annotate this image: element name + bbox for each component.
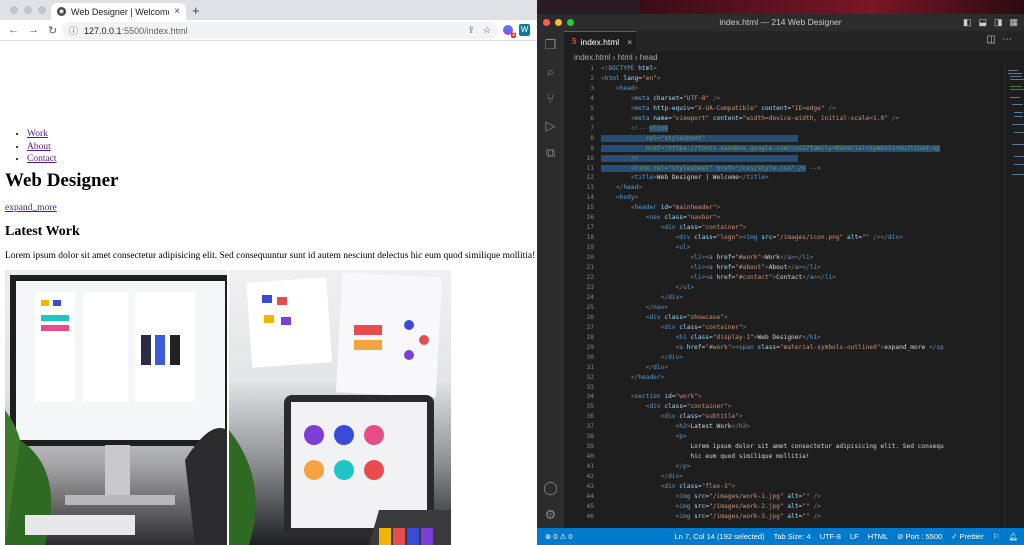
problems-indicator[interactable]: ⊗ 0 ⚠ 0 xyxy=(545,528,573,545)
nav-item-work: Work xyxy=(27,128,57,141)
close-tab-icon[interactable]: × xyxy=(174,6,180,17)
bookmark-star-icon[interactable]: ☆ xyxy=(483,25,491,36)
line-ending[interactable]: LF xyxy=(850,528,859,545)
editor-actions[interactable]: ◫⋯ xyxy=(987,34,1018,45)
section-title: Latest Work xyxy=(5,224,80,239)
url-path: :5500/index.html xyxy=(121,25,188,36)
vscode-titlebar: index.html — 214 Web Designer ◧ ⬓ ◨ ▦ xyxy=(537,14,1024,31)
lorem-paragraph: Lorem ipsum dolor sit amet consectetur a… xyxy=(5,251,536,261)
close-tab-icon[interactable]: × xyxy=(627,37,632,47)
window-controls[interactable] xyxy=(543,19,574,26)
breadcrumb[interactable]: index.html › html › head xyxy=(564,51,658,64)
customize-layout-icon[interactable]: ▦ xyxy=(1009,14,1018,31)
window-title: index.html — 214 Web Designer xyxy=(719,17,842,27)
cursor-position[interactable]: Ln 7, Col 14 (192 selected) xyxy=(675,528,765,545)
info-icon[interactable]: ⓘ xyxy=(69,24,78,37)
extensions-icon[interactable]: ⧉ xyxy=(537,139,564,166)
nav-item-contact: Contact xyxy=(27,153,57,166)
nav-link-work[interactable]: Work xyxy=(27,129,48,139)
toggle-sidebar-icon[interactable]: ◧ xyxy=(963,14,972,31)
layout-controls[interactable]: ◧ ⬓ ◨ ▦ xyxy=(963,14,1018,31)
code-content: <!DOCTYPE html> <html lang="en"> <head> … xyxy=(601,65,944,520)
work-image-1 xyxy=(5,270,227,545)
share-icon[interactable]: ⇪ xyxy=(467,25,475,36)
navbar-list: Work About Contact xyxy=(27,128,57,166)
browser-tab[interactable]: ◉ Web Designer | Welcome × xyxy=(51,3,186,20)
toggle-panel-icon[interactable]: ⬓ xyxy=(978,14,987,31)
search-icon[interactable]: ⌕ xyxy=(537,58,564,85)
nav-link-contact[interactable]: Contact xyxy=(27,154,57,164)
language-mode[interactable]: HTML xyxy=(868,528,888,545)
editor-tabs: 5 index.html × ◫⋯ xyxy=(564,31,1024,51)
browser-window: ◉ Web Designer | Welcome × + ← → ↻ ⓘ 127… xyxy=(0,0,537,545)
status-right: Ln 7, Col 14 (192 selected) Tab Size: 4 … xyxy=(675,528,1018,545)
more-actions-icon[interactable]: ⋯ xyxy=(1002,34,1018,45)
html-file-icon: 5 xyxy=(572,37,577,46)
globe-icon: ◉ xyxy=(57,7,66,16)
extension-badge: 2 xyxy=(511,32,516,38)
code-editor[interactable]: 1 2 3 4 5 6 7 8 9 10 11 12 13 14 15 16 1… xyxy=(564,64,1004,528)
reload-icon[interactable]: ↻ xyxy=(48,24,57,37)
tab-index-html[interactable]: 5 index.html × xyxy=(564,31,636,51)
web-page: Work About Contact Web Designer expand_m… xyxy=(0,42,537,545)
page-title: Web Designer xyxy=(5,170,119,191)
prettier-status[interactable]: ✓ Prettier xyxy=(951,528,984,545)
address-bar[interactable]: ⓘ 127.0.0.1:5500/index.html ⇪ ☆ xyxy=(62,22,498,39)
tab-label: index.html xyxy=(580,36,620,47)
settings-gear-icon[interactable]: ⚙ xyxy=(537,501,564,528)
split-editor-icon[interactable]: ◫ xyxy=(987,34,1002,45)
minimap[interactable] xyxy=(1004,64,1024,528)
line-numbers: 1 2 3 4 5 6 7 8 9 10 11 12 13 14 15 16 1… xyxy=(586,65,594,520)
run-debug-icon[interactable]: ▷ xyxy=(537,112,564,139)
source-control-icon[interactable]: ⑂ xyxy=(537,85,564,112)
nav-link-about[interactable]: About xyxy=(27,142,51,152)
tab-size[interactable]: Tab Size: 4 xyxy=(774,528,811,545)
account-icon[interactable]: ◯ xyxy=(537,474,564,501)
url-host: 127.0.0.1 xyxy=(84,25,122,36)
work-photo-2 xyxy=(229,272,451,545)
browser-tabbar: ◉ Web Designer | Welcome × + xyxy=(0,0,537,20)
work-image-2 xyxy=(229,270,451,545)
live-server-port[interactable]: ⊘ Port : 5500 xyxy=(897,528,942,545)
expand-more-link[interactable]: expand_more xyxy=(5,203,57,213)
window-controls[interactable] xyxy=(10,6,46,14)
status-bar: ⊗ 0 ⚠ 0 Ln 7, Col 14 (192 selected) Tab … xyxy=(537,528,1024,545)
nav-item-about: About xyxy=(27,141,57,154)
back-icon[interactable]: ← xyxy=(8,24,19,36)
activity-bar: ❐ ⌕ ⑂ ▷ ⧉ ◯ ⚙ xyxy=(537,31,564,528)
vscode-window: index.html — 214 Web Designer ◧ ⬓ ◨ ▦ ❐ … xyxy=(537,14,1024,545)
extension-w-icon[interactable]: W xyxy=(519,24,530,36)
work-photo-1 xyxy=(5,275,227,545)
tab-title: Web Designer | Welcome xyxy=(71,6,170,17)
extension-icon[interactable]: 2 xyxy=(503,25,516,38)
encoding[interactable]: UTF-8 xyxy=(820,528,841,545)
feedback-icon[interactable]: ⚐ xyxy=(993,528,1000,545)
browser-toolbar: ← → ↻ ⓘ 127.0.0.1:5500/index.html ⇪ ☆ 2 W xyxy=(0,20,537,41)
forward-icon[interactable]: → xyxy=(28,24,39,36)
explorer-icon[interactable]: ❐ xyxy=(537,31,564,58)
notifications-bell-icon[interactable]: 🔔︎ xyxy=(1008,528,1018,545)
new-tab-button[interactable]: + xyxy=(192,3,200,18)
toggle-secondary-sidebar-icon[interactable]: ◨ xyxy=(994,14,1003,31)
